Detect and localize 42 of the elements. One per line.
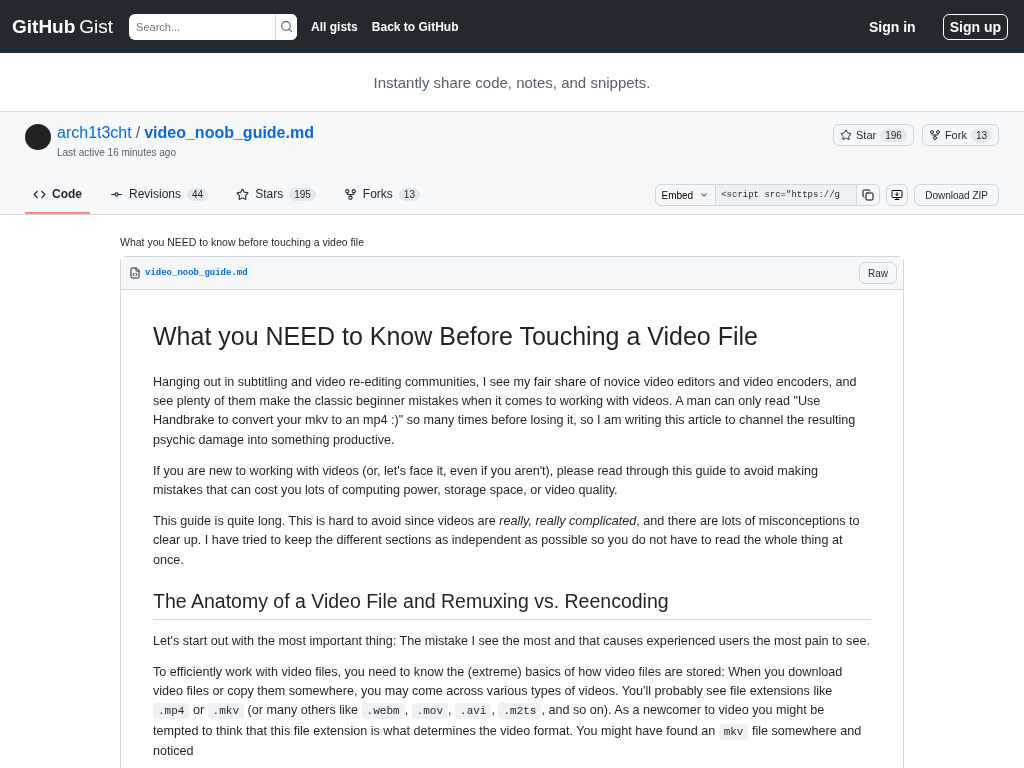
file-name-link[interactable]: video_noob_guide.md — [145, 268, 248, 278]
nav-link[interactable]: All gists — [311, 19, 358, 34]
caret-icon — [699, 190, 710, 200]
sign-up-button[interactable]: Sign up — [942, 13, 1008, 40]
nav-link[interactable]: Back to GitHub — [371, 19, 459, 34]
github-gist-logo[interactable]: GitHub Gist — [12, 15, 114, 38]
avatar[interactable] — [25, 124, 51, 150]
desktop-download-button[interactable] — [886, 184, 909, 206]
search-button[interactable] — [275, 13, 298, 40]
fork-button[interactable]: Fork 13 — [921, 124, 999, 146]
tab[interactable]: Stars 195 — [228, 176, 324, 214]
monitor-download-icon — [891, 189, 904, 201]
fork-icon — [343, 187, 357, 201]
owner-link[interactable]: arch1t3cht — [57, 124, 132, 142]
download-zip-button[interactable]: Download ZIP — [914, 184, 999, 206]
paragraph: If you are new to working with videos (or, let's face it, even if you aren't), please read through this guide to avoid making mistakes that can cost you lots of computing power, storage space, or video quality. — [153, 462, 819, 499]
star-icon — [840, 129, 852, 141]
section-heading: The Anatomy of a Video File and Remuxing vs. Reencoding — [153, 589, 871, 620]
raw-button[interactable]: Raw — [859, 262, 897, 284]
tab[interactable]: Revisions 44 — [102, 176, 217, 214]
tab[interactable]: Code — [25, 176, 90, 214]
star-icon — [236, 187, 250, 201]
star-button[interactable]: Star 196 — [833, 124, 914, 146]
path-separator: / — [135, 124, 141, 142]
search-icon — [280, 20, 294, 33]
copy-icon — [862, 189, 875, 201]
paragraph: Hanging out in subtitling and video re-editing communities, I see my fair share of novice video editors and video encoders, and see plenty of them make the classic beginner mistakes when it comes to working with videos. A man can only read "Use Handbrake to convert your mkv to an mp4 :)" so many times before losing it, so I am writing this article to channel the resulting psychic damage into something productive. — [153, 374, 858, 449]
code-file-icon — [129, 267, 141, 279]
article-heading: What you NEED to Know Before Touching a Video File — [153, 322, 759, 352]
gist-title-link[interactable]: video_noob_guide.md — [144, 124, 314, 142]
copy-button[interactable] — [856, 184, 881, 206]
sign-in-link[interactable]: Sign in — [869, 18, 916, 35]
last-active-text: Last active 16 minutes ago — [57, 147, 177, 158]
paragraph: To efficiently work with video files, you need to know the (extreme) basics of how video files are stored: When you download video files or copy them somewhere, you may come across various types of videos. You'll probably see file extensions like .mp4 or .mkv (or many others like .webm , .mov , .avi , .m2ts , and so on). As a newcomer to video you might be tempted to think that this file extension is what determines the video format. You might have found an mkv file somewhere and noticed — [153, 664, 863, 760]
search-field[interactable]: Search... — [129, 13, 298, 40]
paragraph: Let's start out with the most important thing: The mistake I see the most and that causes experienced users the most pain to see. — [153, 632, 871, 650]
paragraph: This guide is quite long. This is hard to avoid since videos are really, really complicated, and there are lots of misconceptions to clear up. I have tried to keep the different sections as independent as possible so you do not have to read the whole thing at once. — [153, 513, 861, 569]
embed-code-field[interactable]: <script src="https://g — [716, 184, 857, 206]
gist-description: What you NEED to know before touching a video file — [120, 236, 365, 248]
embed-dropdown[interactable]: Embed — [654, 184, 717, 206]
fork-icon — [928, 129, 941, 141]
tab[interactable]: Forks 13 — [335, 176, 428, 214]
